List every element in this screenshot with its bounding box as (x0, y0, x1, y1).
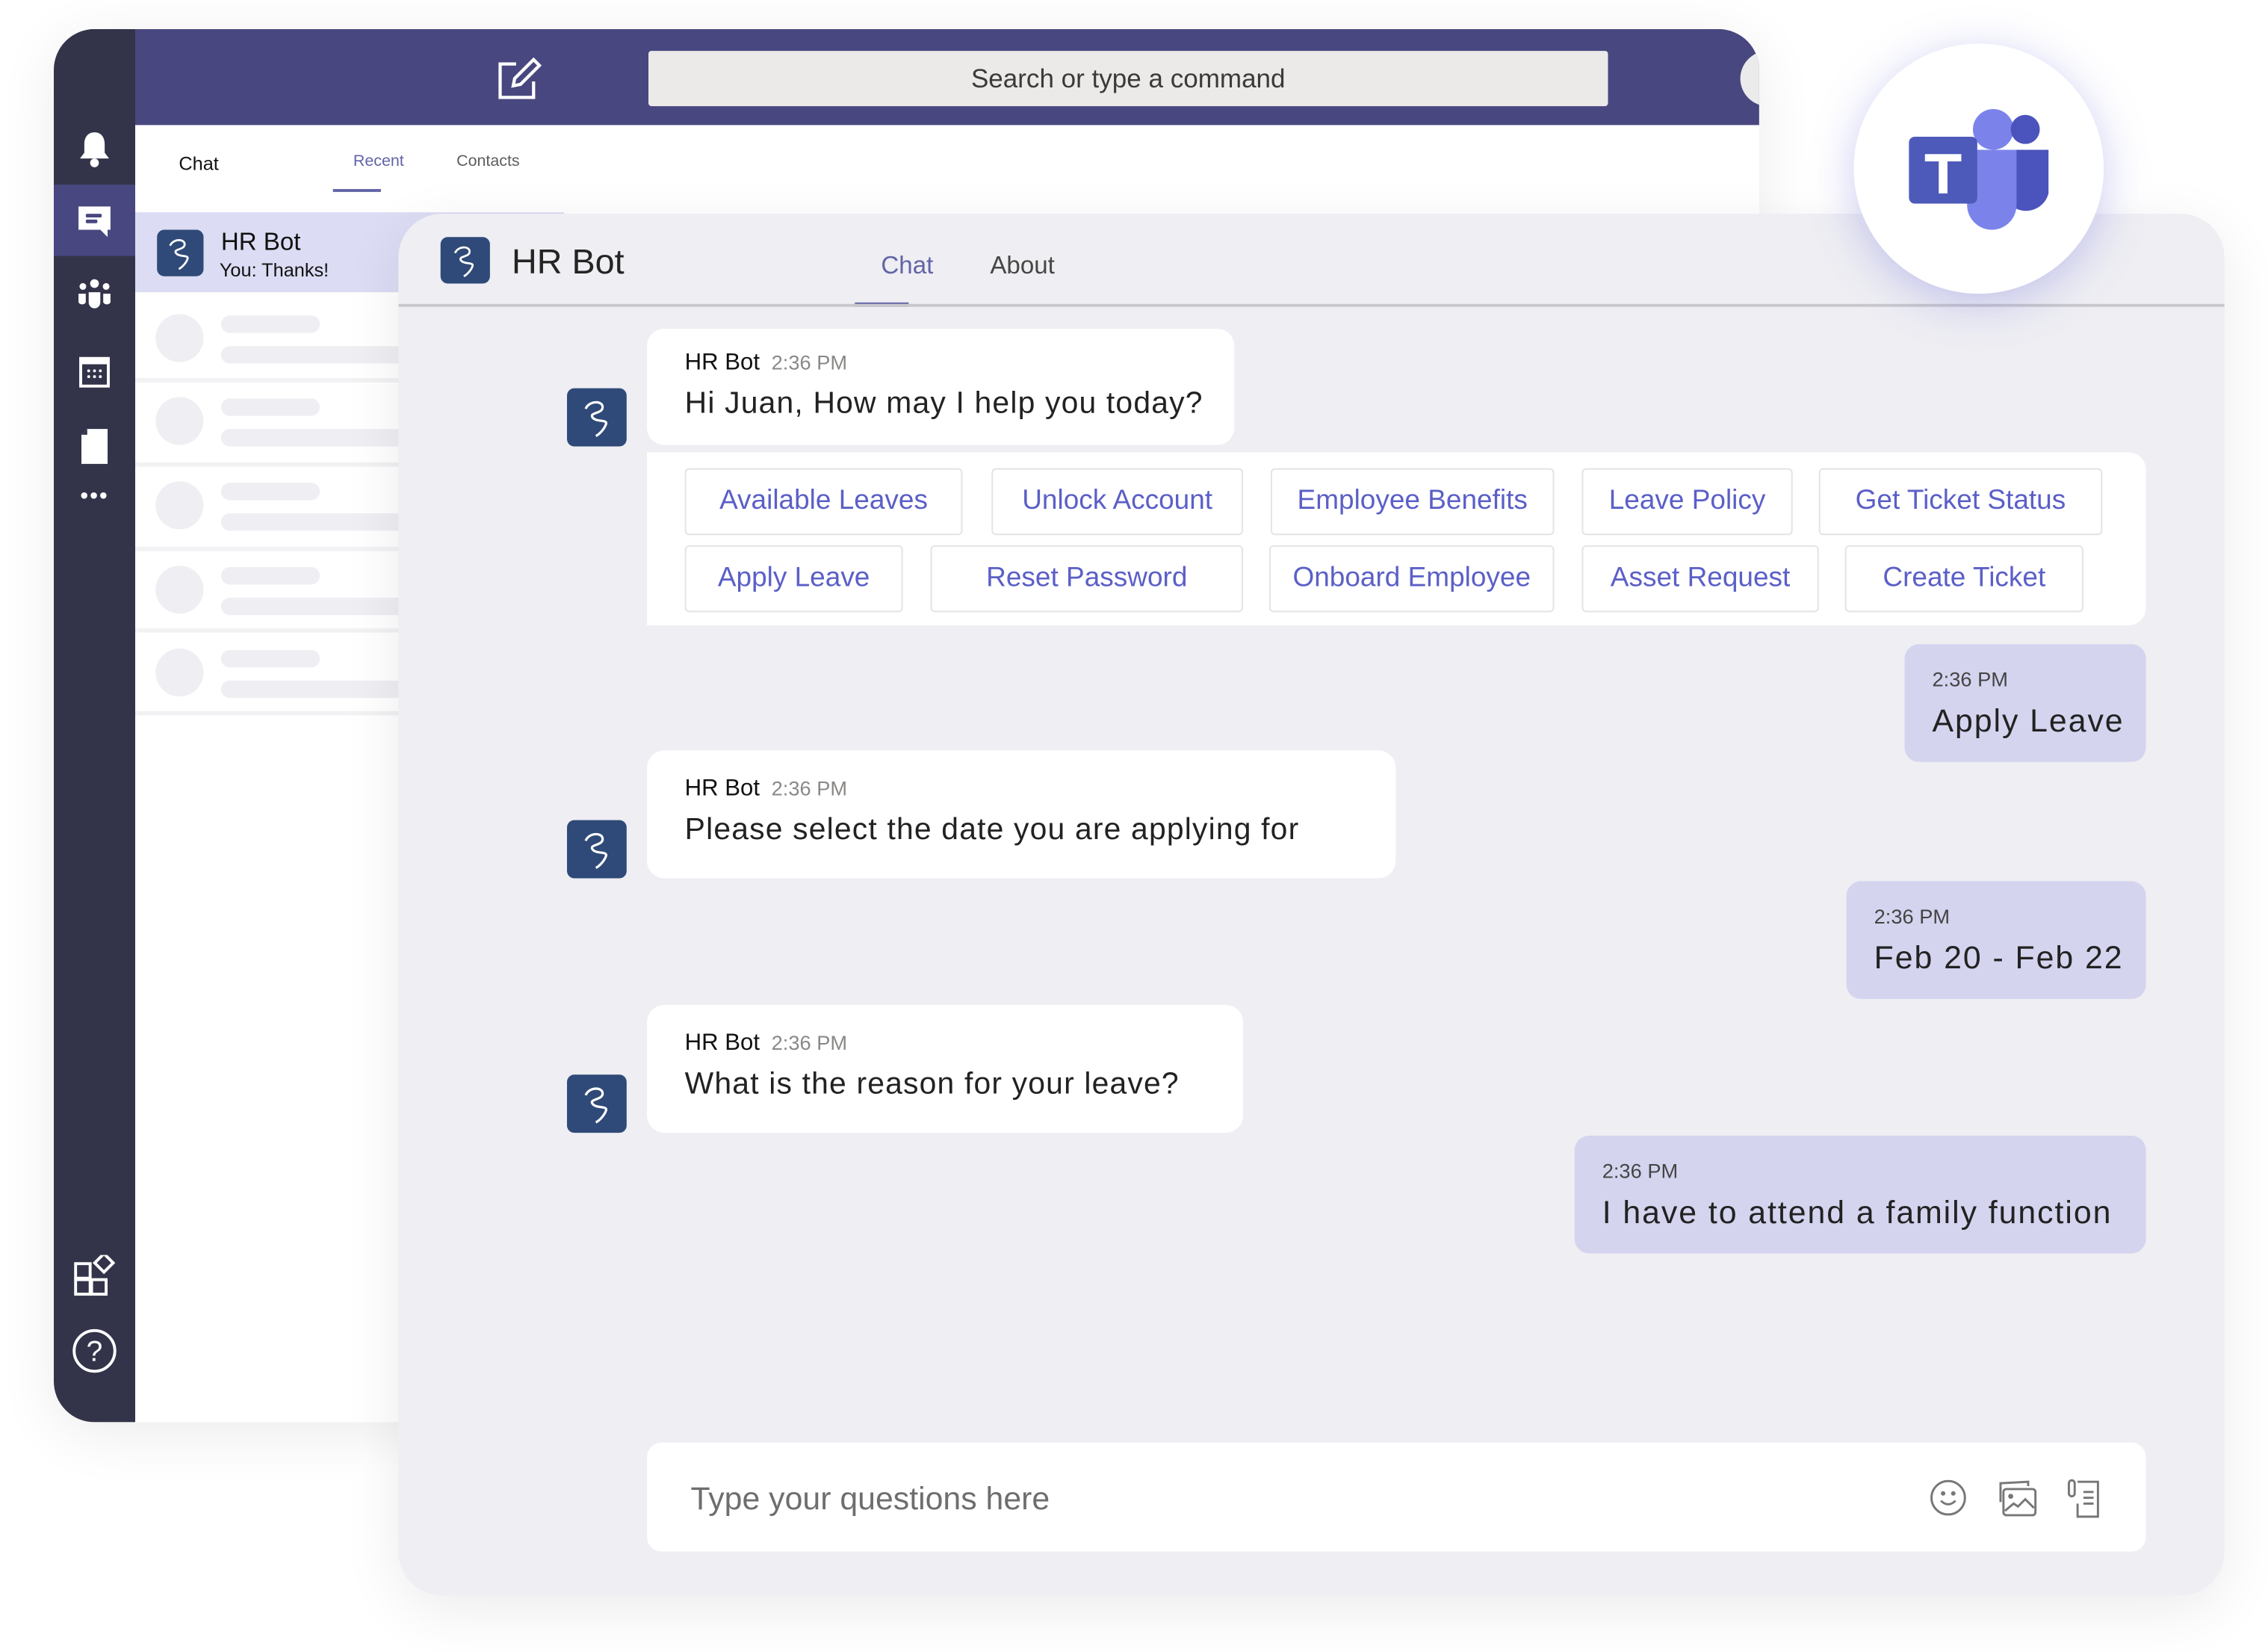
chat-list-title: Chat (179, 152, 219, 175)
more-icon[interactable]: ••• (54, 483, 135, 512)
user-message: 2:36 PM Feb 20 - Feb 22 (1846, 881, 2146, 1000)
bot-message: HR Bot 2:36 PM What is the reason for you… (647, 1004, 1244, 1133)
quick-reply-available-leaves[interactable]: Available Leaves (684, 468, 963, 536)
tab-chat[interactable]: Chat (881, 252, 933, 281)
hr-bot-avatar (440, 237, 490, 284)
quick-reply-apply-leave[interactable]: Apply Leave (684, 545, 903, 613)
tab-about[interactable]: About (990, 252, 1054, 281)
emoji-icon[interactable] (1930, 1479, 1968, 1523)
calendar-icon[interactable] (54, 349, 135, 392)
top-bar: Search or type a command (134, 28, 1759, 126)
recent-tab-underline (332, 189, 381, 192)
quick-reply-employee-benefits[interactable]: Employee Benefits (1270, 468, 1555, 536)
message-time: 2:36 PM (771, 350, 848, 374)
message-time: 2:36 PM (1602, 1159, 1679, 1183)
quick-reply-unlock-account[interactable]: Unlock Account (991, 468, 1244, 536)
message-text: Hi Juan, How may I help you today? (684, 386, 1203, 421)
message-time: 2:36 PM (1874, 904, 1951, 928)
message-time: 2:36 PM (771, 776, 848, 800)
message-time: 2:36 PM (1932, 667, 2008, 691)
teams-icon[interactable] (54, 273, 135, 317)
tab-contacts[interactable]: Contacts (456, 152, 520, 170)
apps-icon[interactable] (54, 1254, 135, 1300)
user-message: 2:36 PM Apply Leave (1904, 644, 2146, 762)
message-text: I have to attend a family function (1602, 1193, 2113, 1231)
compose-icon[interactable] (496, 55, 542, 109)
hr-bot-avatar (157, 229, 204, 276)
sender-name: HR Bot (684, 350, 760, 376)
quick-reply-asset-request[interactable]: Asset Request (1581, 545, 1819, 613)
quick-reply-reset-password[interactable]: Reset Password (930, 545, 1244, 613)
composer: Type your questions here (647, 1442, 2146, 1552)
bot-avatar (567, 820, 627, 879)
bot-avatar (567, 388, 627, 447)
conversation-title: HR Bot (512, 243, 625, 282)
message-input[interactable]: Type your questions here (690, 1480, 1050, 1518)
message-text: Apply Leave (1932, 702, 2125, 739)
bot-message: HR Bot 2:36 PM Please select the date you… (647, 750, 1396, 879)
sender-name: HR Bot (684, 776, 760, 802)
svg-text:?: ? (87, 1336, 103, 1368)
quick-reply-leave-policy[interactable]: Leave Policy (1581, 468, 1793, 536)
chat-item-preview: You: Thanks! (219, 259, 329, 281)
message-text: Please select the date you are applying … (684, 812, 1300, 847)
header-divider (398, 303, 2225, 307)
teams-logo (1853, 43, 2104, 294)
bell-icon[interactable] (54, 128, 135, 171)
quick-replies-card: Available Leaves Unlock Account Employee… (647, 452, 2146, 625)
image-icon[interactable] (1995, 1479, 2038, 1523)
app-rail: ••• ? (54, 28, 135, 1423)
message-text: What is the reason for your leave? (684, 1067, 1180, 1101)
quick-reply-create-ticket[interactable]: Create Ticket (1844, 545, 2083, 613)
message-time: 2:36 PM (771, 1030, 848, 1054)
bot-message: HR Bot 2:36 PM Hi Juan, How may I help yo… (647, 328, 1235, 445)
chat-item-name: HR Bot (220, 228, 301, 256)
message-text: Feb 20 - Feb 22 (1874, 939, 2124, 976)
quick-reply-onboard-employee[interactable]: Onboard Employee (1269, 545, 1555, 613)
bot-avatar (567, 1074, 627, 1133)
avatar[interactable] (1740, 51, 1759, 107)
quick-reply-get-ticket-status[interactable]: Get Ticket Status (1818, 468, 2103, 536)
help-icon[interactable]: ? (54, 1326, 135, 1376)
files-icon[interactable] (54, 424, 135, 468)
search-input[interactable]: Search or type a command (648, 51, 1608, 107)
tab-recent[interactable]: Recent (353, 152, 404, 170)
user-message: 2:36 PM I have to attend a family functi… (1574, 1135, 2146, 1254)
chat-icon[interactable] (54, 185, 135, 256)
attach-icon[interactable] (2066, 1479, 2101, 1526)
bot-conversation-panel: HR Bot Chat About HR Bot 2:36 PM Hi Juan,… (398, 214, 2225, 1595)
sender-name: HR Bot (684, 1030, 760, 1056)
